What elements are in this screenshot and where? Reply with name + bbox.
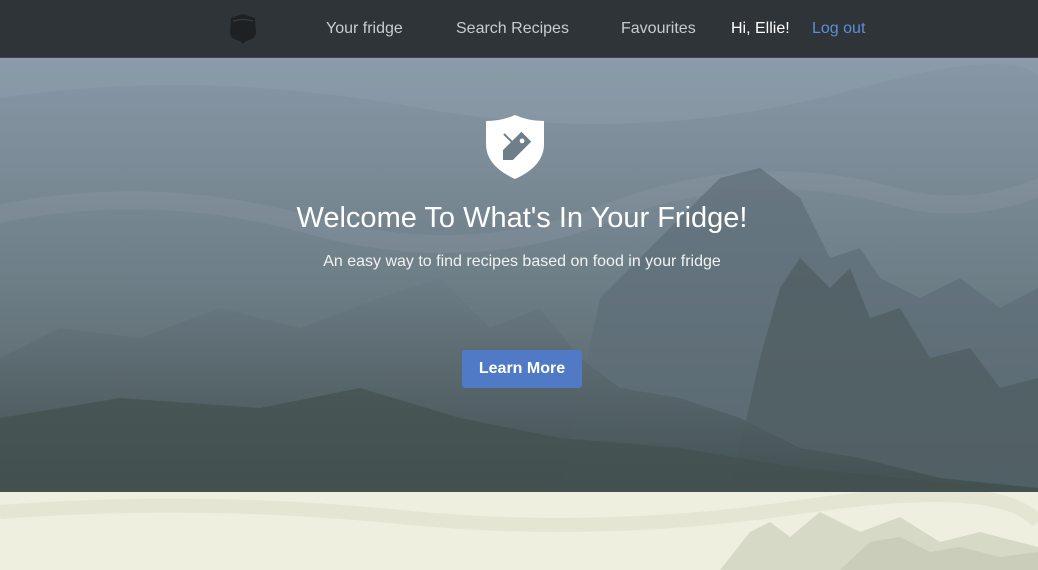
nav-link-favourites[interactable]: Favourites [621, 19, 696, 39]
user-greeting: Hi, Ellie! [731, 20, 790, 37]
shield-icon[interactable] [228, 13, 258, 45]
hero-subtitle: An easy way to find recipes based on foo… [323, 253, 721, 270]
hero-section: Welcome To What's In Your Fridge! An eas… [0, 58, 1038, 492]
nav-link-search-recipes[interactable]: Search Recipes [456, 19, 569, 39]
shield-tag-icon [486, 115, 544, 179]
hero-content: Welcome To What's In Your Fridge! An eas… [0, 58, 1038, 492]
logout-link[interactable]: Log out [812, 19, 865, 39]
learn-more-button[interactable]: Learn More [462, 350, 582, 388]
lower-section [0, 492, 1038, 570]
lower-background-image [0, 492, 1038, 570]
hero-title: Welcome To What's In Your Fridge! [296, 202, 748, 234]
nav-link-your-fridge[interactable]: Your fridge [326, 19, 403, 39]
navbar: Your fridge Search Recipes Favourites Hi… [0, 0, 1038, 58]
